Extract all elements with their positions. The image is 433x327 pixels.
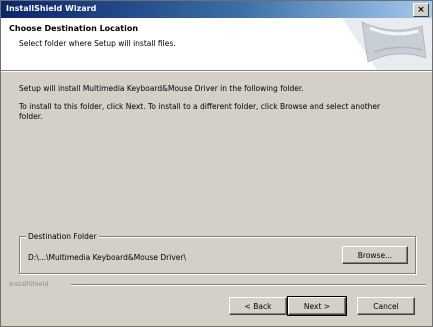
page-title: Choose Destination Location bbox=[9, 24, 139, 33]
installer-window: InstallShield Wizard × Choose Destinatio… bbox=[0, 0, 433, 327]
browse-button[interactable]: Browse... bbox=[342, 246, 408, 264]
header-panel: Choose Destination Location Select folde… bbox=[1, 18, 432, 71]
footer-separator bbox=[71, 284, 426, 286]
destination-folder-legend: Destination Folder bbox=[26, 232, 99, 241]
destination-path: D:\...\Multimedia Keyboard&Mouse Driver\ bbox=[28, 253, 187, 262]
window-title: InstallShield Wizard bbox=[6, 4, 97, 13]
next-button[interactable]: Next > bbox=[287, 296, 347, 316]
page-subtitle: Select folder where Setup will install f… bbox=[19, 39, 176, 48]
installshield-brand: InstallShield bbox=[9, 280, 49, 288]
instruction-text: To install to this folder, click Next. T… bbox=[19, 102, 381, 121]
back-button[interactable]: < Back bbox=[229, 297, 287, 315]
cancel-button[interactable]: Cancel bbox=[357, 297, 415, 315]
close-button[interactable]: × bbox=[413, 3, 429, 17]
install-location-text: Setup will install Multimedia Keyboard&M… bbox=[19, 84, 304, 93]
title-bar[interactable]: InstallShield Wizard × bbox=[1, 1, 432, 18]
wizard-banner-graphic bbox=[342, 18, 432, 70]
